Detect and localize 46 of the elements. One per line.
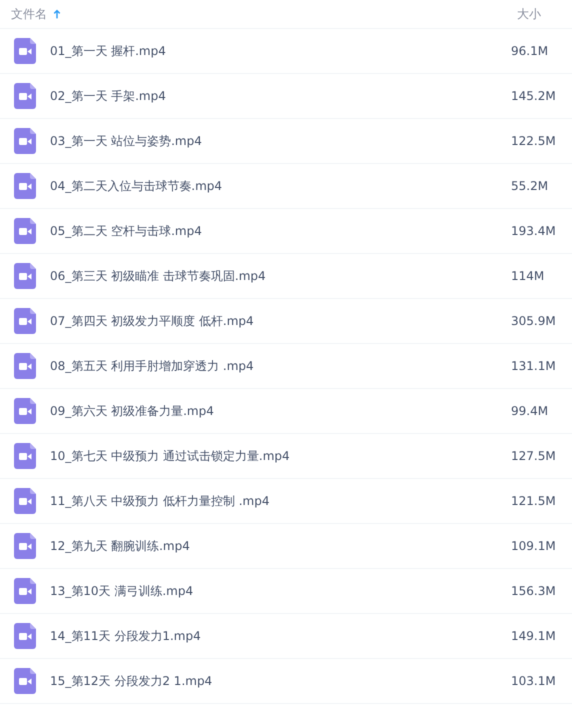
file-name[interactable]: 07_第四天 初级发力平顺度 低杆.mp4 <box>50 312 511 330</box>
video-file-icon <box>14 488 36 514</box>
video-file-icon <box>14 263 36 289</box>
video-file-icon <box>14 533 36 559</box>
file-size: 127.5M <box>511 449 557 463</box>
file-size: 99.4M <box>511 404 550 418</box>
file-name[interactable]: 04_第二天入位与击球节奏.mp4 <box>50 178 511 194</box>
video-file-icon <box>14 128 36 154</box>
file-name[interactable]: 13_第10天 满弓训练.mp4 <box>50 582 511 600</box>
file-size: 145.2M <box>511 89 557 103</box>
file-name[interactable]: 14_第11天 分段发力1.mp4 <box>50 628 511 644</box>
file-size: 96.1M <box>511 44 550 58</box>
file-size: 122.5M <box>511 134 557 148</box>
file-size: 149.1M <box>511 629 557 643</box>
file-size: 121.5M <box>511 494 557 508</box>
file-size: 103.1M <box>511 674 557 688</box>
file-name[interactable]: 11_第八天 中级预力 低杆力量控制 .mp4 <box>50 492 511 510</box>
video-file-icon <box>14 173 36 199</box>
file-name[interactable]: 03_第一天 站位与姿势.mp4 <box>50 132 511 150</box>
file-name[interactable]: 09_第六天 初级准备力量.mp4 <box>50 402 511 420</box>
video-file-icon <box>14 398 36 424</box>
video-file-icon <box>14 38 36 64</box>
file-name[interactable]: 12_第九天 翻腕训练.mp4 <box>50 538 511 554</box>
file-name[interactable]: 10_第七天 中级预力 通过试击锁定力量.mp4 <box>50 448 511 464</box>
file-name[interactable]: 06_第三天 初级瞄准 击球节奏巩固.mp4 <box>50 268 511 284</box>
video-file-icon <box>14 623 36 649</box>
file-size: 131.1M <box>511 359 557 373</box>
file-name[interactable]: 02_第一天 手架.mp4 <box>50 88 511 104</box>
file-size: 305.9M <box>511 314 557 328</box>
file-name[interactable]: 08_第五天 利用手肘增加穿透力 .mp4 <box>50 358 511 374</box>
file-name[interactable]: 15_第12天 分段发力2 1.mp4 <box>50 672 511 690</box>
arrow-up-icon[interactable] <box>53 8 61 20</box>
file-size: 156.3M <box>511 584 557 598</box>
video-file-icon <box>14 578 36 604</box>
file-name[interactable]: 01_第一天 握杆.mp4 <box>50 42 511 60</box>
video-file-icon <box>14 218 36 244</box>
video-file-icon <box>14 83 36 109</box>
file-name[interactable]: 05_第二天 空杆与击球.mp4 <box>50 222 511 240</box>
file-size: 193.4M <box>511 224 557 238</box>
video-file-icon <box>14 668 36 694</box>
video-file-icon <box>14 353 36 379</box>
video-file-icon <box>14 443 36 469</box>
file-size: 114M <box>511 269 546 283</box>
video-file-icon <box>14 308 36 334</box>
file-size: 55.2M <box>511 179 550 193</box>
file-size: 109.1M <box>511 539 557 553</box>
